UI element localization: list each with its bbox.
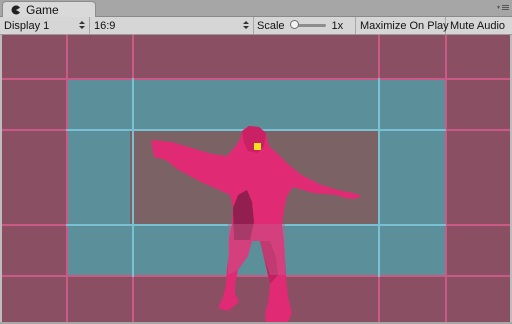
game-viewport[interactable] (2, 35, 510, 322)
maximize-label: Maximize On Play (360, 19, 449, 32)
scale-slider-thumb[interactable] (289, 20, 299, 29)
game-toolbar: Display 1 16:9 Scale 1x Maximize On Play… (0, 17, 512, 35)
display-label: Display 1 (4, 19, 50, 32)
options-menu-icon[interactable] (496, 3, 510, 13)
tab-label: Game (26, 2, 59, 17)
scale-slider[interactable] (289, 20, 326, 29)
scale-label: Scale (257, 19, 285, 32)
tab-game[interactable]: Game (2, 1, 96, 17)
game-icon (11, 4, 21, 15)
mute-audio-toggle[interactable]: Mute Audio (446, 17, 512, 34)
tab-bar: Game (0, 0, 512, 17)
aspect-label: 16:9 (94, 19, 116, 32)
character-model (151, 126, 362, 322)
mute-label: Mute Audio (450, 19, 506, 32)
aspect-dropdown[interactable]: 16:9 (90, 17, 254, 34)
scale-control: Scale 1x (254, 17, 356, 34)
dropdown-arrows-icon (79, 21, 85, 29)
scale-value: 1x (331, 19, 344, 32)
dropdown-arrows-icon (243, 21, 249, 29)
maximize-on-play-toggle[interactable]: Maximize On Play (356, 17, 449, 34)
display-dropdown[interactable]: Display 1 (0, 17, 90, 34)
